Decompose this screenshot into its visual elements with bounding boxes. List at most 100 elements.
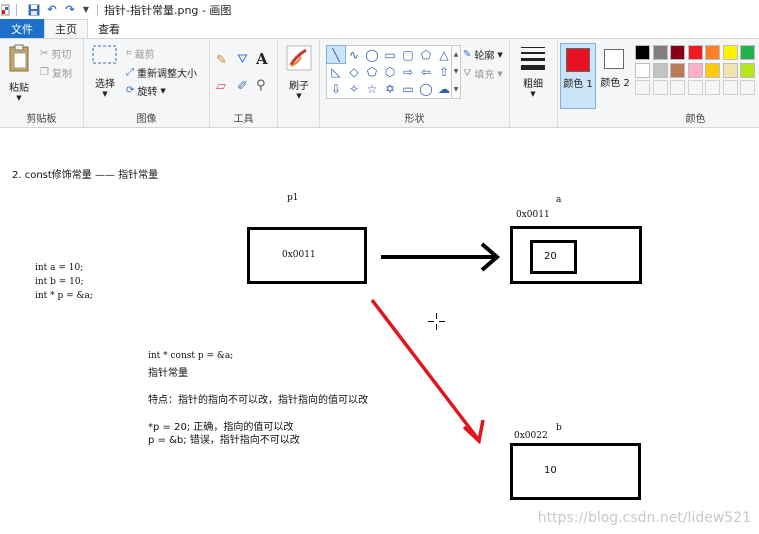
palette-swatch[interactable] [740,62,755,78]
undo-icon[interactable]: ↶ [45,3,59,17]
cut-button[interactable]: ✂ 剪切 [40,46,71,61]
paste-label: 粘贴 [9,83,29,94]
callout-rect-shape-icon[interactable]: ▭ [399,80,417,97]
palette-swatch[interactable] [687,62,703,78]
expand-icon[interactable]: ▼ [454,86,459,93]
brushes-group: 刷子 ▼ [278,39,320,127]
six-point-star-shape-icon[interactable]: ✡ [381,80,399,97]
outline-label: 轮廓 [474,51,495,62]
chevron-down-icon: ▼ [296,92,302,100]
brushes-button[interactable]: 刷子 ▼ [283,45,315,100]
palette-swatch[interactable] [652,62,668,78]
crosshair-cursor-icon [428,313,445,330]
size-button[interactable]: 粗细 ▼ [518,45,548,98]
tab-home[interactable]: 主页 [44,19,88,38]
diamond-shape-icon[interactable]: ◇ [345,63,363,80]
palette-swatch[interactable] [670,62,685,78]
up-arrow-shape-icon[interactable]: ⇧ [435,63,453,80]
shapes-scroll[interactable]: ▲ ▼ ▼ [452,45,461,99]
select-button[interactable]: 选择 ▼ [90,45,120,98]
palette-swatch[interactable] [705,62,720,78]
color2-button[interactable]: 颜色 2 [599,43,631,109]
palette-swatch[interactable] [705,80,720,95]
watermark: https://blog.csdn.net/lidew521 [537,510,751,526]
select-icon [92,45,117,64]
cloud-shape-icon[interactable]: ☁ [435,80,453,97]
redo-icon[interactable]: ↷ [63,3,77,17]
fill-bucket-icon[interactable]: ⛛ [237,52,248,67]
copy-button[interactable]: ❐ 复制 [40,65,72,80]
color-picker-icon[interactable]: ✐ [237,79,248,94]
image-group: 选择 ▼ ⌗ 裁剪 ⤢ 重新调整大小 ⟳ 旋转 ▼ 图像 [84,39,210,127]
color2-swatch [604,49,624,69]
palette-swatch[interactable] [635,80,650,95]
crop-icon: ⌗ [126,48,132,59]
colors-group: 颜色 [632,39,759,127]
tab-file[interactable]: 文件 [0,19,44,38]
color1-button[interactable]: 颜色 1 [560,43,596,109]
palette-swatch[interactable] [722,62,738,78]
palette-swatch[interactable] [687,80,703,95]
magnifier-icon[interactable]: ⚲ [256,78,266,93]
color2-label: 颜色 2 [600,78,630,89]
rounded-rectangle-shape-icon[interactable]: ▢ [399,46,417,63]
palette-swatch[interactable] [740,45,755,60]
fill-button[interactable]: ⛛ 填充 ▼ [463,66,503,81]
palette-swatch[interactable] [687,45,703,60]
chevron-down-icon[interactable]: ▼ [454,68,459,75]
palette-swatch[interactable] [705,45,720,60]
separator [97,3,98,16]
rectangle-shape-icon[interactable]: ▭ [381,46,399,63]
eraser-icon[interactable]: ▱ [216,79,226,94]
window-title: 指针-指针常量.png - 画图 [104,3,232,17]
scissors-icon: ✂ [40,48,49,59]
outline-icon: ✎ [463,49,472,60]
line-shape-icon[interactable]: ╲ [326,45,346,64]
outline-button[interactable]: ✎ 轮廓 ▼ [463,47,503,62]
tools-group: ✎ ⛛ A ▱ ✐ ⚲ 工具 [210,39,278,127]
tab-view[interactable]: 查看 [88,19,130,38]
crop-button[interactable]: ⌗ 裁剪 [126,46,155,61]
save-icon[interactable] [27,3,41,17]
palette-swatch[interactable] [722,80,738,95]
chevron-up-icon[interactable]: ▲ [454,51,459,58]
paste-button[interactable]: 粘贴 ▼ [4,43,34,102]
clipboard-group-label: 剪贴板 [26,114,57,125]
chevron-down-icon: ▼ [497,50,503,59]
copy-icon: ❐ [40,67,49,78]
right-triangle-shape-icon[interactable]: ◺ [327,63,345,80]
callout-oval-shape-icon[interactable]: ◯ [417,80,435,97]
text-icon[interactable]: A [256,50,268,68]
palette-swatch[interactable] [670,80,685,95]
right-arrow-shape-icon[interactable]: ⇨ [399,63,417,80]
customize-icon[interactable]: ▼ [81,3,91,17]
palette-swatch[interactable] [652,45,668,60]
left-arrow-shape-icon[interactable]: ⇦ [417,63,435,80]
crop-label: 裁剪 [134,50,155,61]
separator [16,3,17,16]
five-point-star-shape-icon[interactable]: ☆ [363,80,381,97]
copy-label: 复制 [51,69,72,80]
resize-button[interactable]: ⤢ 重新调整大小 [126,65,197,80]
paste-icon [9,44,29,72]
drawing-canvas[interactable]: 2. const修饰常量 —— 指针常量 int a = 10; int b =… [0,129,759,534]
curve-shape-icon[interactable]: ∿ [345,46,363,63]
palette-swatch[interactable] [635,45,650,60]
color1-label: 颜色 1 [563,79,593,90]
polygon-shape-icon[interactable]: ⬠ [417,46,435,63]
palette-swatch[interactable] [652,80,668,95]
rotate-button[interactable]: ⟳ 旋转 ▼ [126,83,166,98]
paint-app-icon[interactable] [0,3,10,17]
select-label: 选择 [95,79,115,90]
four-point-star-shape-icon[interactable]: ✧ [345,80,363,97]
pentagon-shape-icon[interactable]: ⬠ [363,63,381,80]
down-arrow-shape-icon[interactable]: ⇩ [327,80,345,97]
pencil-icon[interactable]: ✎ [216,53,227,68]
palette-swatch[interactable] [740,80,755,95]
palette-swatch[interactable] [635,62,650,78]
hexagon-shape-icon[interactable]: ⬡ [381,63,399,80]
triangle-shape-icon[interactable]: △ [435,46,453,63]
palette-swatch[interactable] [722,45,738,60]
oval-shape-icon[interactable]: ◯ [363,46,381,63]
palette-swatch[interactable] [670,45,685,60]
